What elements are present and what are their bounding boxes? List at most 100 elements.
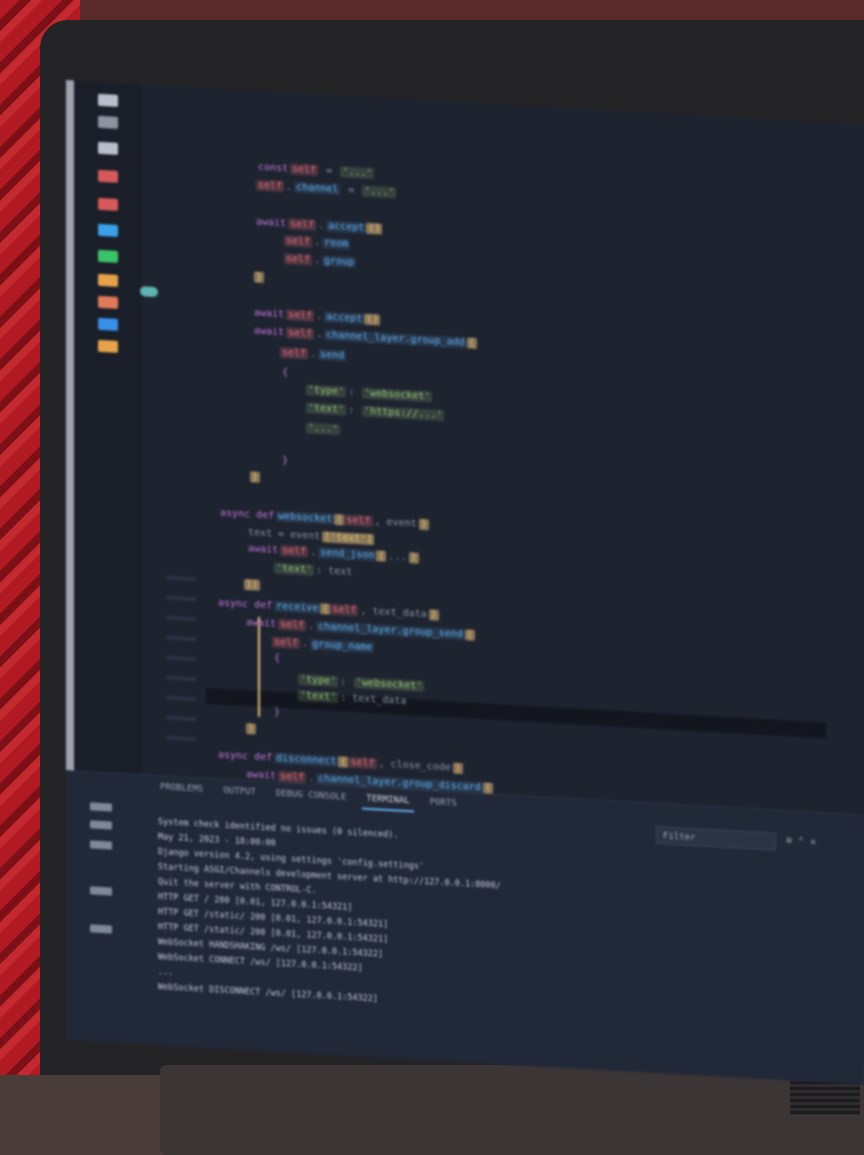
code-line[interactable]: '...': [306, 421, 341, 437]
code-token: .: [310, 546, 317, 558]
code-token: ): [408, 552, 419, 564]
code-token: self: [280, 346, 309, 360]
code-editor[interactable]: const self = '...' self. channel = '...' awa…: [146, 84, 864, 814]
code-token: (: [338, 756, 349, 768]
bottom-panel: PROBLEMS OUTPUT DEBUG CONSOLE TERMINAL PORTS…: [66, 770, 864, 1085]
run-debug-icon[interactable]: [98, 169, 118, 183]
remote-icon[interactable]: [98, 223, 118, 237]
line-number-gutter: [166, 575, 196, 758]
terminal-line: WebSocket DISCONNECT /ws/ [127.0.0.1:543…: [158, 982, 379, 1005]
code-token: channel_layer.group_add: [324, 329, 467, 349]
code-token: {: [282, 367, 289, 379]
panel-tab[interactable]: PORTS: [426, 797, 461, 815]
code-token: await: [246, 617, 277, 630]
explorer-icon[interactable]: [98, 93, 118, 107]
code-token: 'websocket': [354, 677, 425, 693]
code-token: .: [318, 220, 325, 232]
code-token: (: [376, 550, 387, 562]
code-line[interactable]: self. send: [280, 346, 347, 364]
code-token: 'type': [298, 673, 339, 688]
code-token: .: [308, 772, 315, 784]
search-icon[interactable]: [98, 115, 118, 129]
code-line[interactable]: }): [244, 578, 261, 593]
list-icon[interactable]: [90, 886, 112, 896]
panel-tab[interactable]: DEBUG CONSOLE: [272, 789, 350, 809]
source-control-icon[interactable]: [98, 141, 118, 155]
laptop-screen: const self = '...' self. channel = '...' awa…: [66, 80, 864, 1085]
panel-tab[interactable]: TERMINAL: [362, 793, 414, 813]
code-token: , text_data: [360, 605, 427, 621]
panel-tab[interactable]: OUTPUT: [219, 786, 260, 804]
code-token: send: [318, 349, 347, 362]
settings-icon[interactable]: [90, 924, 112, 934]
code-token: channel: [294, 181, 341, 196]
code-line[interactable]: await self. accept(): [254, 216, 383, 237]
activity-bar: [66, 80, 158, 775]
code-line[interactable]: self. channel = '...': [256, 179, 397, 201]
code-line[interactable]: await self. accept(): [252, 306, 381, 327]
panel-tab[interactable]: PROBLEMS: [156, 782, 207, 801]
code-token: self: [290, 163, 319, 177]
panel-controls[interactable]: ≡ ⌃ ✕: [786, 835, 816, 848]
code-token: :: [340, 676, 353, 688]
laptop-base: [0, 1075, 170, 1155]
code-line[interactable]: }: [250, 470, 261, 485]
code-token: channel_layer.group_send: [316, 620, 465, 641]
code-token: 'text': [298, 689, 339, 704]
code-line[interactable]: await self. send_json(...): [246, 542, 419, 566]
trash-icon[interactable]: [90, 840, 112, 850]
code-token: =: [342, 184, 361, 197]
code-token: await: [256, 216, 287, 230]
live-share-icon[interactable]: [98, 317, 118, 331]
extensions-icon[interactable]: [98, 197, 118, 211]
terminal-line: ...: [158, 967, 174, 979]
code-line[interactable]: 'text': text: [274, 562, 354, 580]
code-token: self: [256, 179, 285, 193]
code-line[interactable]: ): [246, 722, 257, 737]
code-token: async def: [218, 749, 273, 764]
code-token: (: [466, 337, 477, 349]
code-token: =: [320, 165, 339, 178]
database-icon[interactable]: [98, 295, 118, 309]
account-icon[interactable]: [98, 339, 118, 353]
code-line[interactable]: const self = '...': [256, 161, 375, 182]
code-token: {: [274, 652, 281, 664]
code-token: ['text']: [322, 531, 375, 546]
code-token: :: [348, 386, 361, 399]
code-token: (: [320, 603, 331, 615]
code-token: ): [246, 723, 257, 735]
testing-icon[interactable]: [98, 249, 118, 263]
code-token: (): [364, 313, 381, 326]
split-icon[interactable]: [90, 820, 112, 830]
code-line[interactable]: }: [280, 454, 290, 469]
code-line[interactable]: 'type': 'websocket': [306, 383, 433, 404]
code-token: self: [272, 636, 301, 650]
code-token: self: [280, 544, 309, 558]
terminal-icon[interactable]: [90, 802, 112, 812]
code-token: '...': [306, 422, 341, 436]
code-line[interactable]: self. group: [284, 252, 357, 270]
code-token: self: [348, 756, 377, 770]
code-token: .: [302, 638, 309, 650]
code-line[interactable]: self. group_name: [272, 636, 375, 656]
code-line[interactable]: }: [272, 706, 282, 721]
docker-icon[interactable]: [98, 273, 118, 287]
code-token: (: [464, 629, 475, 641]
code-token: }): [244, 578, 261, 591]
code-token: self: [284, 253, 313, 266]
panel-filter-input[interactable]: Filter: [656, 825, 776, 851]
code-token: 'websocket': [362, 387, 433, 403]
code-line[interactable]: {: [280, 366, 290, 381]
code-token: , close_code: [378, 758, 451, 774]
code-line[interactable]: 'text': 'https://...': [306, 401, 445, 423]
code-token: }: [274, 706, 281, 718]
code-token: ): [452, 762, 463, 775]
code-token: .: [310, 348, 317, 360]
code-line[interactable]: }: [254, 271, 265, 286]
code-line[interactable]: self. room: [284, 234, 351, 252]
code-token: self: [286, 309, 315, 322]
code-token: , event: [374, 516, 417, 530]
code-line[interactable]: {: [272, 652, 282, 667]
code-token: }: [282, 455, 289, 467]
code-token: async def: [220, 507, 275, 522]
